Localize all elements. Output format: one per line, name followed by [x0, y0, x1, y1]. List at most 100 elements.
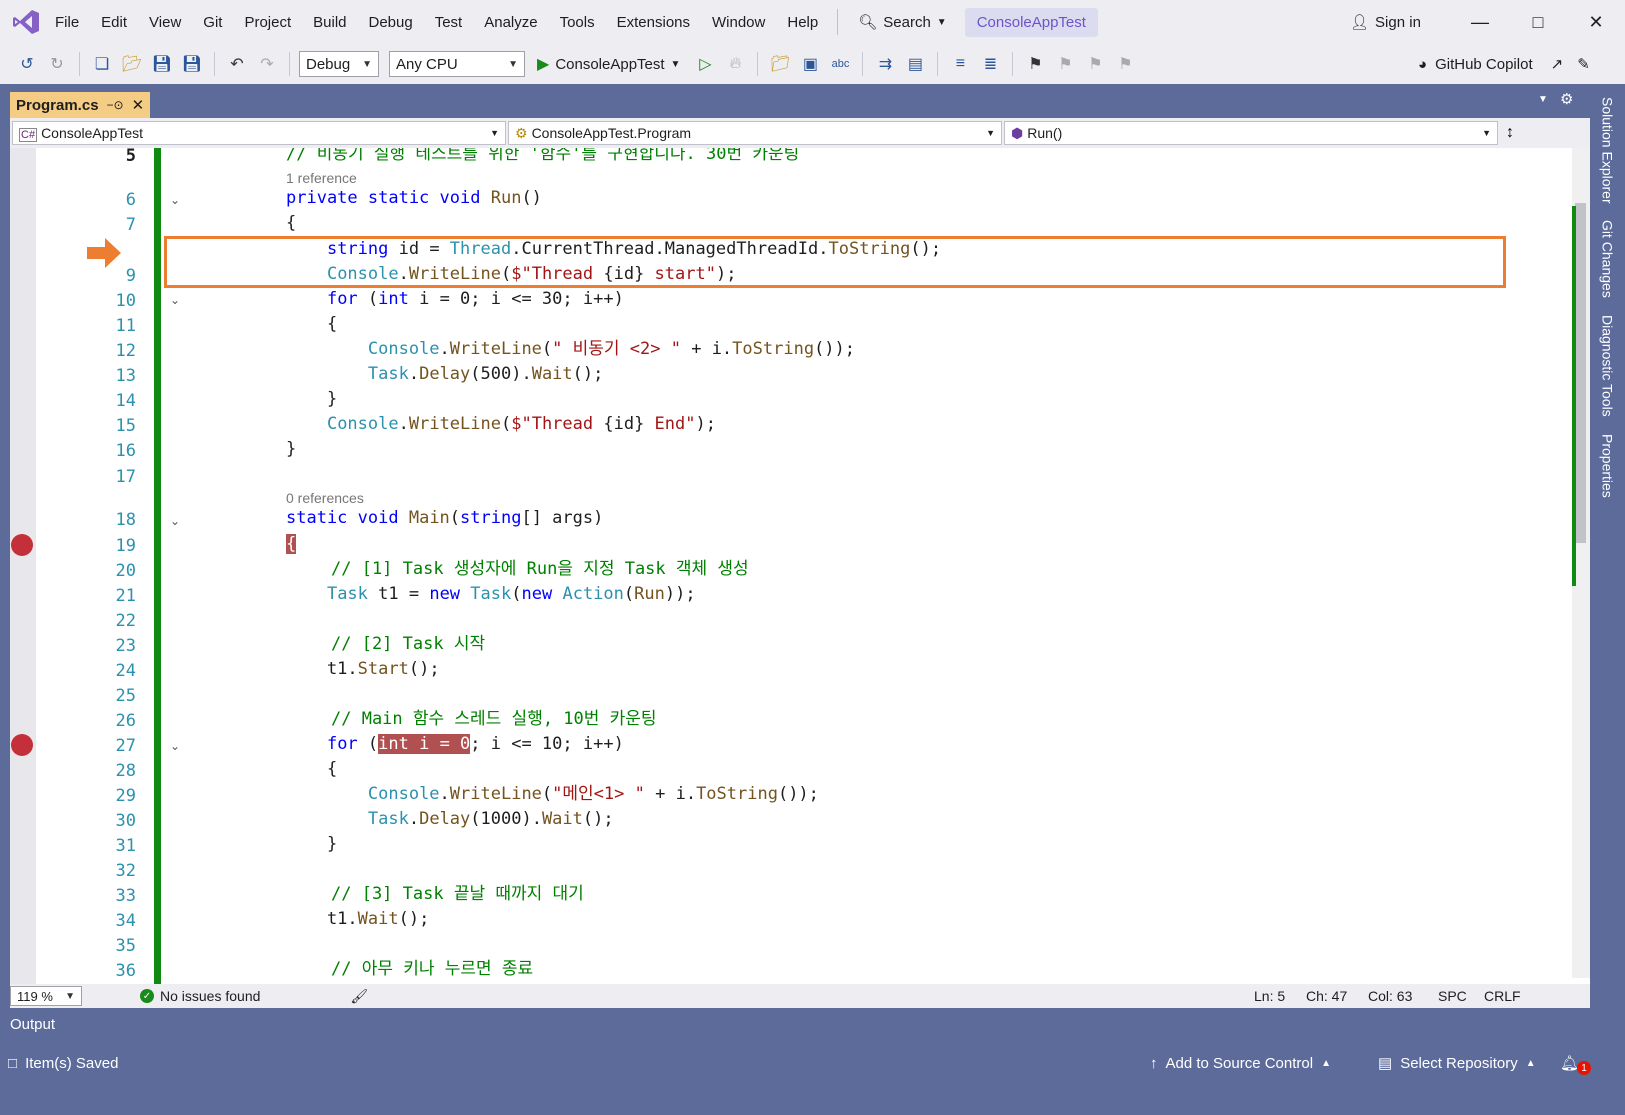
- code-line[interactable]: }: [286, 386, 337, 412]
- collapse-icon[interactable]: ⌄: [168, 514, 182, 528]
- configuration-select[interactable]: Debug ▼: [299, 51, 379, 77]
- gear-icon[interactable]: ⚙: [1560, 90, 1573, 108]
- new-project-icon[interactable]: ❏: [89, 51, 115, 77]
- code-line[interactable]: // 아무 키나 누르면 종료: [331, 956, 533, 982]
- share-icon[interactable]: ↗: [1551, 55, 1564, 73]
- bookmark-next-icon[interactable]: ⚑: [1082, 51, 1108, 77]
- code-line[interactable]: for (int i = 0; i <= 10; i++): [286, 731, 624, 757]
- solution-explorer-icon[interactable]: 📁︎: [767, 51, 793, 77]
- menu-help[interactable]: Help: [776, 14, 829, 31]
- code-line[interactable]: {: [286, 210, 296, 236]
- tab-program-cs[interactable]: Program.cs −⊙ ✕: [10, 92, 150, 118]
- bookmark-prev-icon[interactable]: ⚑: [1052, 51, 1078, 77]
- navigate-back-icon[interactable]: ↺: [14, 51, 40, 77]
- cursor-column[interactable]: Col: 63: [1368, 988, 1412, 1004]
- navigate-forward-icon[interactable]: ↻: [44, 51, 70, 77]
- select-repository-button[interactable]: ▤ Select Repository ▲: [1378, 1048, 1536, 1078]
- minimize-button[interactable]: —: [1451, 0, 1509, 44]
- menu-view[interactable]: View: [138, 14, 192, 31]
- code-line[interactable]: {: [286, 311, 337, 337]
- breakpoint-margin[interactable]: [10, 148, 36, 1016]
- bookmark-clear-icon[interactable]: ⚑: [1112, 51, 1138, 77]
- code-editor[interactable]: 5 6 7 8 9 10 11 12 13 14 15 16 17 18 19 …: [10, 148, 1590, 1016]
- menu-file[interactable]: File: [44, 14, 90, 31]
- menu-test[interactable]: Test: [424, 14, 474, 31]
- code-line[interactable]: static void Main(string[] args): [286, 505, 603, 531]
- code-line[interactable]: Task.Delay(500).Wait();: [286, 361, 603, 387]
- start-without-debugging-icon[interactable]: ▷: [692, 51, 718, 77]
- code-line[interactable]: Console.WriteLine(" 비동기 <2> " + i.ToStri…: [286, 336, 855, 362]
- project-select[interactable]: C# ConsoleAppTest ▼: [12, 121, 506, 145]
- hot-reload-icon[interactable]: 🔥︎: [722, 51, 748, 77]
- menu-tools[interactable]: Tools: [549, 14, 606, 31]
- code-line[interactable]: // [2] Task 시작: [331, 631, 485, 657]
- maximize-button[interactable]: □: [1509, 0, 1567, 44]
- platform-select[interactable]: Any CPU ▼: [389, 51, 525, 77]
- tab-diagnostic-tools[interactable]: Diagnostic Tools: [1590, 310, 1625, 422]
- collapse-icon[interactable]: ⌄: [168, 739, 182, 753]
- uncomment-icon[interactable]: ≣: [977, 51, 1003, 77]
- code-line[interactable]: Task t1 = new Task(new Action(Run));: [286, 581, 696, 607]
- collapse-icon[interactable]: ⌄: [168, 193, 182, 207]
- code-line[interactable]: Console.WriteLine("메인<1> " + i.ToString(…: [286, 781, 819, 807]
- code-cleanup-icon[interactable]: 🖌︎: [350, 988, 368, 1005]
- code-line[interactable]: }: [286, 831, 337, 857]
- menu-edit[interactable]: Edit: [90, 14, 138, 31]
- start-debugging-button[interactable]: ▶ ConsoleAppTest ▼: [529, 54, 688, 74]
- code-line[interactable]: {: [286, 531, 297, 557]
- menu-debug[interactable]: Debug: [358, 14, 424, 31]
- code-line[interactable]: Task.Delay(1000).Wait();: [286, 806, 614, 832]
- pin-icon[interactable]: −⊙: [107, 98, 124, 112]
- cursor-line[interactable]: Ln: 5: [1254, 988, 1285, 1004]
- collapse-icon[interactable]: ⌄: [168, 293, 182, 307]
- cursor-char[interactable]: Ch: 47: [1306, 988, 1347, 1004]
- issues-status[interactable]: No issues found: [160, 988, 260, 1004]
- menu-window[interactable]: Window: [701, 14, 776, 31]
- spell-check-icon[interactable]: abc: [827, 51, 853, 77]
- tab-solution-explorer[interactable]: Solution Explorer: [1590, 90, 1625, 210]
- step-icon[interactable]: ⇉: [872, 51, 898, 77]
- code-line[interactable]: private static void Run(): [286, 185, 542, 211]
- code-line[interactable]: // [3] Task 끝날 때까지 대기: [331, 881, 584, 907]
- code-line[interactable]: // 비동기 실행 테스트를 위한 '함수'를 구현합니다. 30번 카운팅: [286, 148, 799, 167]
- notifications-button[interactable]: 🔔︎ 1: [1560, 1048, 1592, 1078]
- code-line[interactable]: t1.Start();: [286, 656, 440, 682]
- vertical-scrollbar[interactable]: [1572, 148, 1590, 978]
- zoom-select[interactable]: 119 % ▼: [10, 986, 82, 1006]
- scroll-thumb[interactable]: [1575, 203, 1586, 543]
- feedback-icon[interactable]: ✎: [1577, 55, 1590, 73]
- add-to-source-control-button[interactable]: ↑ Add to Source Control ▲: [1150, 1048, 1331, 1078]
- line-ending[interactable]: CRLF: [1484, 988, 1521, 1004]
- split-editor-icon[interactable]: ↕: [1506, 124, 1514, 142]
- breakpoint-icon[interactable]: [11, 734, 33, 756]
- code-map-icon[interactable]: ▤: [902, 51, 928, 77]
- close-icon[interactable]: ✕: [132, 96, 145, 114]
- menu-build[interactable]: Build: [302, 14, 357, 31]
- menu-extensions[interactable]: Extensions: [606, 14, 701, 31]
- search-button[interactable]: 🔍︎ Search ▼: [846, 13, 958, 32]
- menu-project[interactable]: Project: [233, 14, 302, 31]
- member-select[interactable]: ⬢ Run() ▼: [1004, 121, 1498, 145]
- undo-icon[interactable]: ↶: [224, 51, 250, 77]
- code-line[interactable]: // Main 함수 스레드 실행, 10번 카운팅: [331, 706, 657, 732]
- whitespace-mode[interactable]: SPC: [1438, 988, 1467, 1004]
- open-folder-icon[interactable]: 📂︎: [119, 51, 145, 77]
- menu-analyze[interactable]: Analyze: [473, 14, 548, 31]
- code-line[interactable]: t1.Wait();: [286, 906, 429, 932]
- tab-overflow-icon[interactable]: ▼: [1538, 94, 1548, 105]
- code-line[interactable]: Console.WriteLine($"Thread {id} End");: [286, 411, 716, 437]
- code-line[interactable]: for (int i = 0; i <= 30; i++): [286, 286, 624, 312]
- comment-icon[interactable]: ≡: [947, 51, 973, 77]
- solution-name-badge[interactable]: ConsoleAppTest: [964, 7, 1098, 37]
- tab-git-changes[interactable]: Git Changes: [1590, 216, 1625, 302]
- class-select[interactable]: ⚙ ConsoleAppTest.Program ▼: [508, 121, 1002, 145]
- bookmark-icon[interactable]: ⚑: [1022, 51, 1048, 77]
- sign-in-button[interactable]: 👤︎ Sign in: [1350, 0, 1421, 44]
- tab-properties[interactable]: Properties: [1590, 430, 1625, 502]
- output-panel-tab[interactable]: Output: [0, 1008, 1590, 1048]
- code-line[interactable]: // [1] Task 생성자에 Run을 지정 Task 객체 생성: [331, 556, 749, 582]
- layout-icon[interactable]: ▣: [797, 51, 823, 77]
- save-icon[interactable]: 💾︎: [149, 51, 175, 77]
- github-copilot-button[interactable]: ◕ GitHub Copilot ↗ ✎: [1418, 44, 1590, 84]
- code-line[interactable]: {: [286, 756, 337, 782]
